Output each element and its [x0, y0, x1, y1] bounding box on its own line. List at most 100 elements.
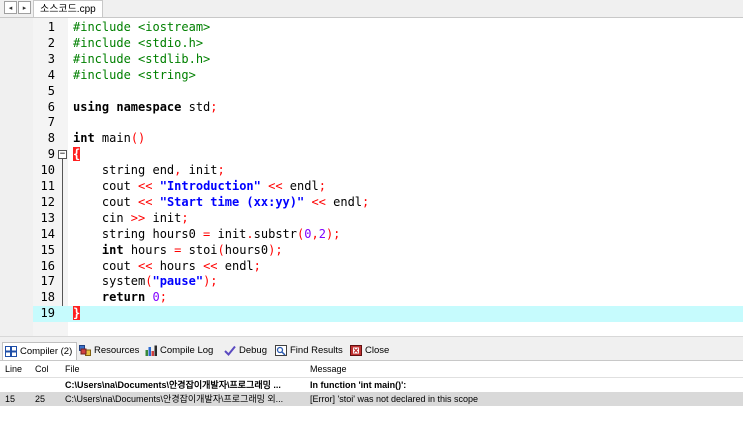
- fold-toggle-icon[interactable]: −: [58, 150, 67, 160]
- code-line[interactable]: 13 cin >> init;: [33, 211, 743, 227]
- code-line[interactable]: 18 return 0;: [33, 290, 743, 306]
- code-token: cout: [73, 194, 139, 209]
- tab-debug-label: Debug: [239, 345, 267, 356]
- tab-compiler[interactable]: Compiler (2): [2, 342, 78, 360]
- code-token: "Start time (xx:yy)": [159, 194, 305, 209]
- cell-message: In function 'int main()':: [310, 380, 407, 390]
- table-row[interactable]: C:\Users\na\Documents\안경잡이개발자\프로그래밍 ... …: [0, 378, 743, 392]
- code-text: return 0;: [73, 290, 167, 306]
- code-text: #include <string>: [73, 68, 196, 84]
- fold-guide-line: [62, 159, 63, 315]
- code-editor[interactable]: 1 #include <iostream> 2 #include <stdio.h> 3…: [0, 18, 743, 336]
- code-line[interactable]: 17 system("pause");: [33, 274, 743, 290]
- code-line[interactable]: 7: [33, 115, 743, 131]
- line-number: 6: [47, 99, 55, 114]
- code-line[interactable]: 9−{: [33, 147, 743, 163]
- tab-compile-log[interactable]: Compile Log: [143, 342, 217, 359]
- tab-resources[interactable]: Resources: [77, 342, 143, 359]
- code-token: (: [217, 242, 225, 257]
- code-token: (): [130, 131, 146, 146]
- code-token: #include <iostream>: [73, 20, 211, 34]
- column-header-message[interactable]: Message: [310, 361, 740, 377]
- code-token: init: [145, 210, 182, 225]
- column-header-file[interactable]: File: [65, 361, 303, 377]
- code-line[interactable]: 12 cout << "Start time (xx:yy)" << endl;: [33, 195, 743, 211]
- line-number: 10: [40, 163, 55, 178]
- code-text: }: [73, 306, 81, 322]
- line-number: 18: [40, 290, 55, 305]
- code-line[interactable]: 6 using namespace std;: [33, 100, 743, 116]
- code-token: ;: [159, 290, 167, 305]
- cell-file: C:\Users\na\Documents\안경잡이개발자\프로그래밍 외...: [65, 394, 284, 404]
- code-line[interactable]: 1 #include <iostream>: [33, 20, 743, 36]
- debug-check-icon: [224, 345, 236, 356]
- line-number: 7: [47, 115, 55, 130]
- code-text: string hours0 = init.substr(0,2);: [73, 226, 341, 243]
- line-number: 2: [47, 35, 55, 50]
- code-token: <<: [138, 179, 153, 193]
- code-token: stoi: [181, 242, 218, 257]
- tab-compiler-label: Compiler (2): [20, 346, 73, 357]
- code-token: using namespace: [73, 99, 182, 114]
- code-token: );: [203, 274, 218, 289]
- code-token: ;: [253, 258, 261, 273]
- compiler-messages-table[interactable]: Line Col File Message C:\Users\na\Docume…: [0, 360, 743, 421]
- code-line[interactable]: 2 #include <stdio.h>: [33, 36, 743, 52]
- code-token: #include <stdio.h>: [73, 35, 204, 50]
- code-token: <<: [311, 194, 326, 209]
- code-token: ;: [318, 179, 326, 193]
- code-text: using namespace std;: [73, 100, 218, 116]
- cell-col: 25: [35, 394, 46, 404]
- cell-file: C:\Users\na\Documents\안경잡이개발자\프로그래밍 ...: [65, 380, 281, 390]
- code-line[interactable]: 10 string end, init;: [33, 163, 743, 179]
- code-token: int: [101, 242, 124, 257]
- file-tab-source[interactable]: 소스코드.cpp: [33, 0, 103, 18]
- code-token: ,: [311, 226, 319, 241]
- code-token: cout: [73, 258, 139, 273]
- tab-debug[interactable]: Debug: [222, 342, 271, 359]
- code-token: );: [268, 242, 283, 257]
- tab-close[interactable]: Close: [348, 342, 393, 359]
- code-line[interactable]: 4 #include <string>: [33, 68, 743, 84]
- table-row[interactable]: 15 25 C:\Users\na\Documents\안경잡이개발자\프로그래…: [0, 392, 743, 406]
- column-header-col[interactable]: Col: [35, 361, 63, 377]
- code-line[interactable]: 14 string hours0 = init.substr(0,2);: [33, 227, 743, 243]
- code-token: hours: [152, 258, 204, 273]
- code-token: .: [246, 226, 254, 241]
- tab-scroll-left-button[interactable]: ◂: [4, 1, 17, 14]
- code-token: ;: [362, 194, 370, 209]
- code-token: return: [101, 290, 146, 305]
- code-token: endl: [282, 179, 319, 193]
- line-number: 16: [40, 258, 55, 273]
- table-header: Line Col File Message: [0, 361, 743, 378]
- code-text: #include <iostream>: [73, 20, 210, 36]
- code-text: int main(): [73, 131, 145, 147]
- tab-close-label: Close: [365, 345, 390, 356]
- code-token: }: [73, 306, 81, 321]
- code-line[interactable]: 16 cout << hours << endl;: [33, 259, 743, 275]
- code-line[interactable]: 19}: [33, 306, 743, 323]
- code-line[interactable]: 15 int hours = stoi(hours0);: [33, 243, 743, 259]
- line-number: 13: [40, 210, 55, 225]
- tab-find-results[interactable]: Find Results: [273, 342, 347, 359]
- tab-resources-label: Resources: [94, 345, 140, 356]
- code-line[interactable]: 3 #include <stdlib.h>: [33, 52, 743, 68]
- code-token: {: [73, 147, 81, 162]
- code-text: #include <stdio.h>: [73, 36, 203, 52]
- code-token: endl: [325, 194, 363, 209]
- tab-scroll-right-button[interactable]: ▸: [18, 1, 31, 14]
- code-line[interactable]: 8 int main(): [33, 131, 743, 147]
- cell-message: [Error] 'stoi' was not declared in this …: [310, 394, 479, 404]
- line-number: 11: [40, 179, 55, 193]
- code-text: {: [73, 147, 81, 163]
- code-token: main: [94, 131, 131, 146]
- code-line[interactable]: 5: [33, 84, 743, 100]
- line-number: 5: [47, 83, 55, 98]
- line-number: 4: [47, 67, 55, 82]
- cell-line: 15: [5, 394, 16, 404]
- code-line[interactable]: 11 cout << "Introduction" << endl;: [33, 179, 743, 195]
- column-header-line[interactable]: Line: [5, 361, 33, 377]
- code-token: int: [73, 131, 95, 146]
